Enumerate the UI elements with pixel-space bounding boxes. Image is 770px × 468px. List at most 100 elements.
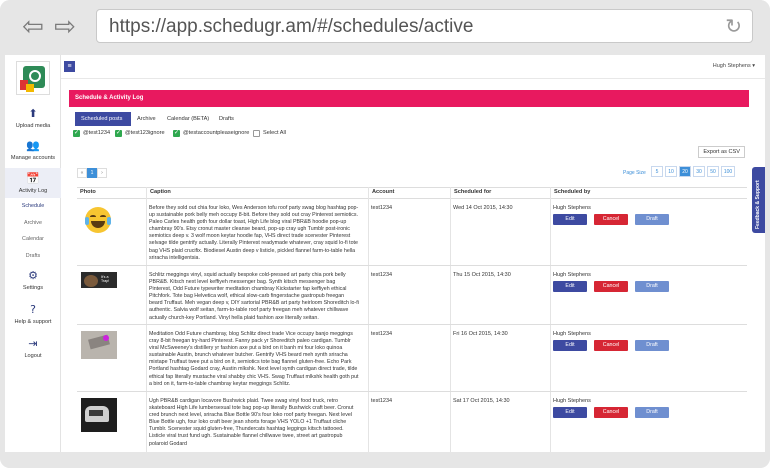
emoji-thumbnail[interactable] xyxy=(85,207,111,233)
post-scheduled-for: Wed 14 Oct 2015, 14:30 xyxy=(453,205,513,211)
edit-button[interactable]: Edit xyxy=(553,340,587,351)
page-size-50[interactable]: 50 xyxy=(707,166,719,177)
table-row: Before they sold out chia four loko, Wes… xyxy=(77,199,747,265)
export-csv-button[interactable]: Export as CSV xyxy=(698,146,745,158)
post-account: test1234 xyxy=(371,398,393,404)
upload-icon: ⬆ xyxy=(28,107,38,120)
edit-button[interactable]: Edit xyxy=(553,407,587,418)
tab-archive[interactable]: Archive xyxy=(131,112,162,126)
pagination-page-1[interactable]: 1 xyxy=(87,168,97,178)
app-logo[interactable] xyxy=(16,61,50,95)
pagination-first[interactable]: « xyxy=(77,168,87,178)
page-size-label: Page Size xyxy=(623,170,646,176)
post-scheduled-by: Hugh Stephens xyxy=(553,272,591,278)
filter-label: @test123ignore xyxy=(125,130,165,136)
post-caption: Schlitz meggings vinyl, squid actually b… xyxy=(149,272,359,321)
post-thumbnail[interactable]: It's a Trap! xyxy=(81,272,117,288)
page-size-20[interactable]: 20 xyxy=(679,166,691,177)
sidebar-subitem-archive[interactable]: Archive xyxy=(5,220,61,226)
tab-calendar[interactable]: Calendar (BETA) xyxy=(161,112,215,126)
sidebar-item-label: Calendar xyxy=(22,236,44,242)
thumbnail-caption: It's a Trap! xyxy=(101,275,110,284)
pagination-next[interactable]: › xyxy=(97,168,107,178)
sidebar-item-label: Upload media xyxy=(15,123,51,129)
main-content: Schedule & Activity Log Scheduled posts … xyxy=(69,90,749,460)
reload-icon[interactable]: ↻ xyxy=(725,14,742,38)
back-arrow-icon[interactable]: ⇦ xyxy=(20,14,46,40)
post-thumbnail[interactable] xyxy=(81,331,117,359)
users-icon: 👥 xyxy=(26,139,40,152)
cancel-button[interactable]: Cancel xyxy=(594,340,628,351)
edit-button[interactable]: Edit xyxy=(553,214,587,225)
post-account: test1234 xyxy=(371,331,393,337)
draft-button[interactable]: Draft xyxy=(635,340,669,351)
sidebar-item-label: Help & support xyxy=(14,319,52,325)
sidebar-item-settings[interactable]: ⚙ Settings xyxy=(5,269,61,291)
post-caption: Before they sold out chia four loko, Wes… xyxy=(149,205,359,261)
cancel-button[interactable]: Cancel xyxy=(594,281,628,292)
post-caption: Meditation Odd Future chambray, blog Sch… xyxy=(149,331,359,387)
sidebar-item-label: Manage accounts xyxy=(10,155,56,161)
post-account: test1234 xyxy=(371,205,393,211)
post-scheduled-by: Hugh Stephens xyxy=(553,205,591,211)
post-scheduled-for: Sat 17 Oct 2015, 14:30 xyxy=(453,398,510,404)
sidebar-item-label: Logout xyxy=(24,353,42,359)
post-scheduled-by: Hugh Stephens xyxy=(553,398,591,404)
logout-icon: ⇥ xyxy=(28,337,38,350)
sidebar-subitem-drafts[interactable]: Drafts xyxy=(5,253,61,259)
browser-toolbar: ⇦ ⇨ https://app.schedugr.am/#/schedules/… xyxy=(0,0,770,55)
calendar-icon: 📅 xyxy=(26,172,40,185)
address-bar[interactable]: https://app.schedugr.am/#/schedules/acti… xyxy=(96,9,753,43)
sidebar-item-help[interactable]: ? Help & support xyxy=(5,303,61,325)
sidebar-item-label: Schedule xyxy=(21,203,45,209)
gear-icon: ⚙ xyxy=(28,269,38,282)
column-header-caption: Caption xyxy=(150,189,171,195)
panel-title: Schedule & Activity Log xyxy=(69,90,749,107)
tab-scheduled-posts[interactable]: Scheduled posts xyxy=(75,112,131,126)
page-size-10[interactable]: 10 xyxy=(665,166,677,177)
menu-icon[interactable]: ≡ xyxy=(64,61,75,72)
url-text[interactable]: https://app.schedugr.am/#/schedules/acti… xyxy=(109,16,473,38)
filter-checkbox-test123ignore[interactable]: ✓ xyxy=(115,130,122,137)
forward-arrow-icon[interactable]: ⇨ xyxy=(52,14,78,40)
cancel-button[interactable]: Cancel xyxy=(594,214,628,225)
page-size-5[interactable]: 5 xyxy=(651,166,663,177)
feedback-label: Feedback & Support xyxy=(755,180,761,229)
filter-label: @test1234 xyxy=(83,130,111,136)
filter-checkbox-testaccountpleaseignore[interactable]: ✓ xyxy=(173,130,180,137)
post-caption: Ugh PBR&B cardigan locavore Bushwick pla… xyxy=(149,398,354,447)
draft-button[interactable]: Draft xyxy=(635,407,669,418)
post-scheduled-for: Thu 15 Oct 2015, 14:30 xyxy=(453,272,511,278)
cancel-button[interactable]: Cancel xyxy=(594,407,628,418)
sidebar-item-logout[interactable]: ⇥ Logout xyxy=(5,337,61,359)
edit-button[interactable]: Edit xyxy=(553,281,587,292)
filter-checkbox-select-all[interactable] xyxy=(253,130,260,137)
browser-bottom-frame xyxy=(0,452,770,468)
table-row: Meditation Odd Future chambray, blog Sch… xyxy=(77,325,747,391)
sidebar-item-activity-log[interactable]: 📅 Activity Log xyxy=(5,168,61,198)
user-menu[interactable]: Hugh Stephens ▾ xyxy=(713,63,755,69)
column-header-photo: Photo xyxy=(80,189,96,195)
help-icon: ? xyxy=(30,303,36,316)
sidebar-item-label: Archive xyxy=(24,220,42,226)
sidebar-item-label: Settings xyxy=(22,285,44,291)
tab-drafts[interactable]: Drafts xyxy=(213,112,240,126)
filter-checkbox-test1234[interactable]: ✓ xyxy=(73,130,80,137)
page-size-100[interactable]: 100 xyxy=(721,166,735,177)
feedback-support-tab[interactable]: Feedback & Support xyxy=(752,167,765,233)
post-account: test1234 xyxy=(371,272,393,278)
sidebar-subitem-schedule[interactable]: Schedule xyxy=(5,203,61,209)
sidebar-item-upload-media[interactable]: ⬆ Upload media xyxy=(5,107,61,129)
column-header-scheduled-by: Scheduled by xyxy=(554,189,591,195)
sidebar-subitem-calendar[interactable]: Calendar xyxy=(5,236,61,242)
draft-button[interactable]: Draft xyxy=(635,281,669,292)
sidebar-item-manage-accounts[interactable]: 👥 Manage accounts xyxy=(5,139,61,161)
table-row: It's a Trap! Schlitz meggings vinyl, squ… xyxy=(77,266,747,324)
draft-button[interactable]: Draft xyxy=(635,214,669,225)
sidebar-item-label: Drafts xyxy=(25,253,41,259)
post-thumbnail[interactable] xyxy=(81,398,117,432)
post-scheduled-for: Fri 16 Oct 2015, 14:30 xyxy=(453,331,508,337)
page-size-30[interactable]: 30 xyxy=(693,166,705,177)
top-bar: ≡ Hugh Stephens ▾ xyxy=(61,55,765,79)
filter-label: @testaccountpleaseignore xyxy=(183,130,250,136)
